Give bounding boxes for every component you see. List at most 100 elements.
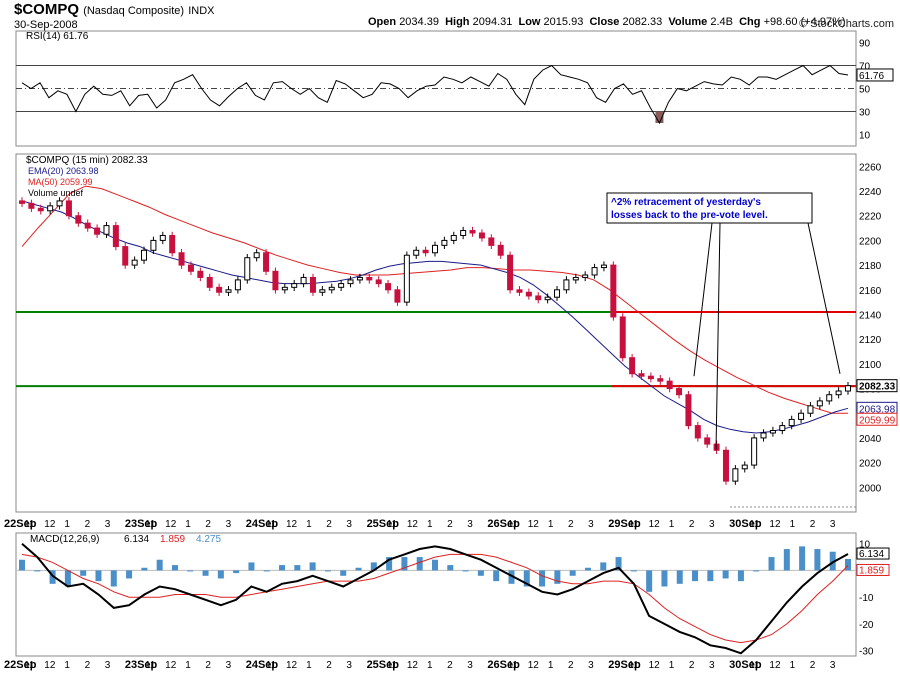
macd-x-tick-label: 3 <box>226 660 232 671</box>
macd-x-tick-label: 3 <box>467 660 473 671</box>
price-x-tick-label: 3 <box>226 519 232 530</box>
price-x-tick-label: 1 <box>185 519 191 530</box>
candle-body <box>563 279 570 291</box>
candle-body <box>19 200 25 204</box>
macd-x-tick-label: 3 <box>105 660 111 671</box>
candle-body <box>722 449 729 482</box>
macd-histogram-bar <box>95 570 102 582</box>
macd-histogram-bar <box>141 567 148 571</box>
macd-x-tick-label: 11 <box>145 660 156 671</box>
price-x-tick-label: 1 <box>669 519 675 530</box>
macd-x-tick-label: 11 <box>749 660 760 671</box>
price-x-tick-label: 12 <box>165 519 177 530</box>
macd-legend-value: 6.134 <box>124 534 149 545</box>
candle-body <box>122 246 129 266</box>
price-x-tick-label: 2 <box>810 519 816 530</box>
candle-body <box>488 237 495 246</box>
macd-histogram-bar <box>217 570 224 579</box>
candle-body <box>826 394 833 402</box>
macd-histogram-bar <box>263 570 270 572</box>
price-legend-volume: Volume undef <box>28 188 84 198</box>
candle-body <box>328 286 335 291</box>
candle-body <box>460 230 467 236</box>
price-x-tick-label: 11 <box>749 519 760 530</box>
price-x-tick-label: 1 <box>790 519 796 530</box>
price-x-tick-label: 3 <box>346 519 352 530</box>
price-tick-label: 2260 <box>859 162 882 173</box>
candle-body <box>694 425 701 439</box>
price-tick-label: 2220 <box>859 212 882 223</box>
macd-histogram-bar <box>569 570 576 576</box>
candle-body <box>225 289 232 293</box>
candle-body <box>704 437 711 445</box>
macd-histogram-bar <box>600 562 607 571</box>
candle-body <box>385 283 392 291</box>
candle-body <box>366 276 373 281</box>
macd-tick-label: -10 <box>859 593 874 604</box>
rsi-tick-label: 30 <box>859 108 871 119</box>
price-x-tick-label: 2 <box>205 519 211 530</box>
price-tick-label: 2200 <box>859 236 882 247</box>
candle-body <box>845 385 851 392</box>
price-tick-label: 2120 <box>859 335 882 346</box>
candle-body <box>807 405 814 414</box>
macd-histogram-bar <box>539 570 546 587</box>
rsi-tick-label: 10 <box>859 131 871 142</box>
price-tick-label: 2000 <box>859 483 882 494</box>
candle-body <box>600 264 607 269</box>
candle-body <box>788 418 795 427</box>
candle-body <box>356 276 363 281</box>
candle-body <box>666 380 673 390</box>
price-x-tick-label: 12 <box>769 519 781 530</box>
price-x-tick-label: 12 <box>649 519 661 530</box>
candle-body <box>647 375 654 380</box>
macd-histogram-bar <box>248 562 255 571</box>
candle-body <box>375 279 382 285</box>
price-x-tick-label: 2 <box>85 519 91 530</box>
macd-x-tick-label: 1 <box>548 660 554 671</box>
price-last-label: 2082.33 <box>859 382 896 393</box>
price-tick-label: 2240 <box>859 187 882 198</box>
macd-histogram-bar <box>462 570 469 572</box>
price-tick-label: 2180 <box>859 261 882 272</box>
candle-body <box>197 270 204 278</box>
candle-body <box>751 437 758 466</box>
candle-body <box>244 257 251 281</box>
candle-body <box>535 295 542 301</box>
macd-histogram-bar <box>722 570 729 579</box>
price-x-tick-label: 3 <box>709 519 715 530</box>
macd-x-tick-label: 2 <box>85 660 91 671</box>
candle-body <box>769 430 776 434</box>
price-x-tick-label: 12 <box>528 519 540 530</box>
rsi-tick-label: 90 <box>859 39 871 50</box>
price-tick-label: 2020 <box>859 459 882 470</box>
macd-histogram-bar <box>676 570 683 584</box>
candle-body <box>835 390 842 396</box>
macd-x-tick-label: 11 <box>628 660 639 671</box>
macd-x-tick-label: 1 <box>185 660 191 671</box>
price-x-tick-label: 2 <box>568 519 574 530</box>
macd-x-tick-label: 12 <box>528 660 540 671</box>
annotation-text: ^2% retracement of yesterday's <box>611 197 761 208</box>
price-x-tick-label: 1 <box>427 519 433 530</box>
macd-x-tick-label: 1 <box>427 660 433 671</box>
macd-histogram-bar <box>233 570 240 574</box>
candle-body <box>309 276 316 293</box>
macd-histogram-bar <box>309 562 316 571</box>
macd-x-tick-label: 12 <box>649 660 661 671</box>
macd-x-tick-label: 12 <box>44 660 56 671</box>
candle-body <box>75 215 82 224</box>
macd-x-tick-label: 3 <box>588 660 594 671</box>
candle-body <box>469 230 476 234</box>
candle-body <box>28 202 35 209</box>
macd-last-value: 6.134 <box>859 549 884 560</box>
price-x-tick-label: 11 <box>628 519 639 530</box>
candle-body <box>234 279 241 291</box>
candle-body <box>507 254 514 291</box>
price-x-tick-label: 3 <box>105 519 111 530</box>
candle-body <box>37 207 44 212</box>
candle-body <box>798 412 805 420</box>
price-x-tick-label: 11 <box>387 519 398 530</box>
macd-x-tick-label: 2 <box>205 660 211 671</box>
annotation-text: losses back to the pre-vote level. <box>611 210 768 221</box>
